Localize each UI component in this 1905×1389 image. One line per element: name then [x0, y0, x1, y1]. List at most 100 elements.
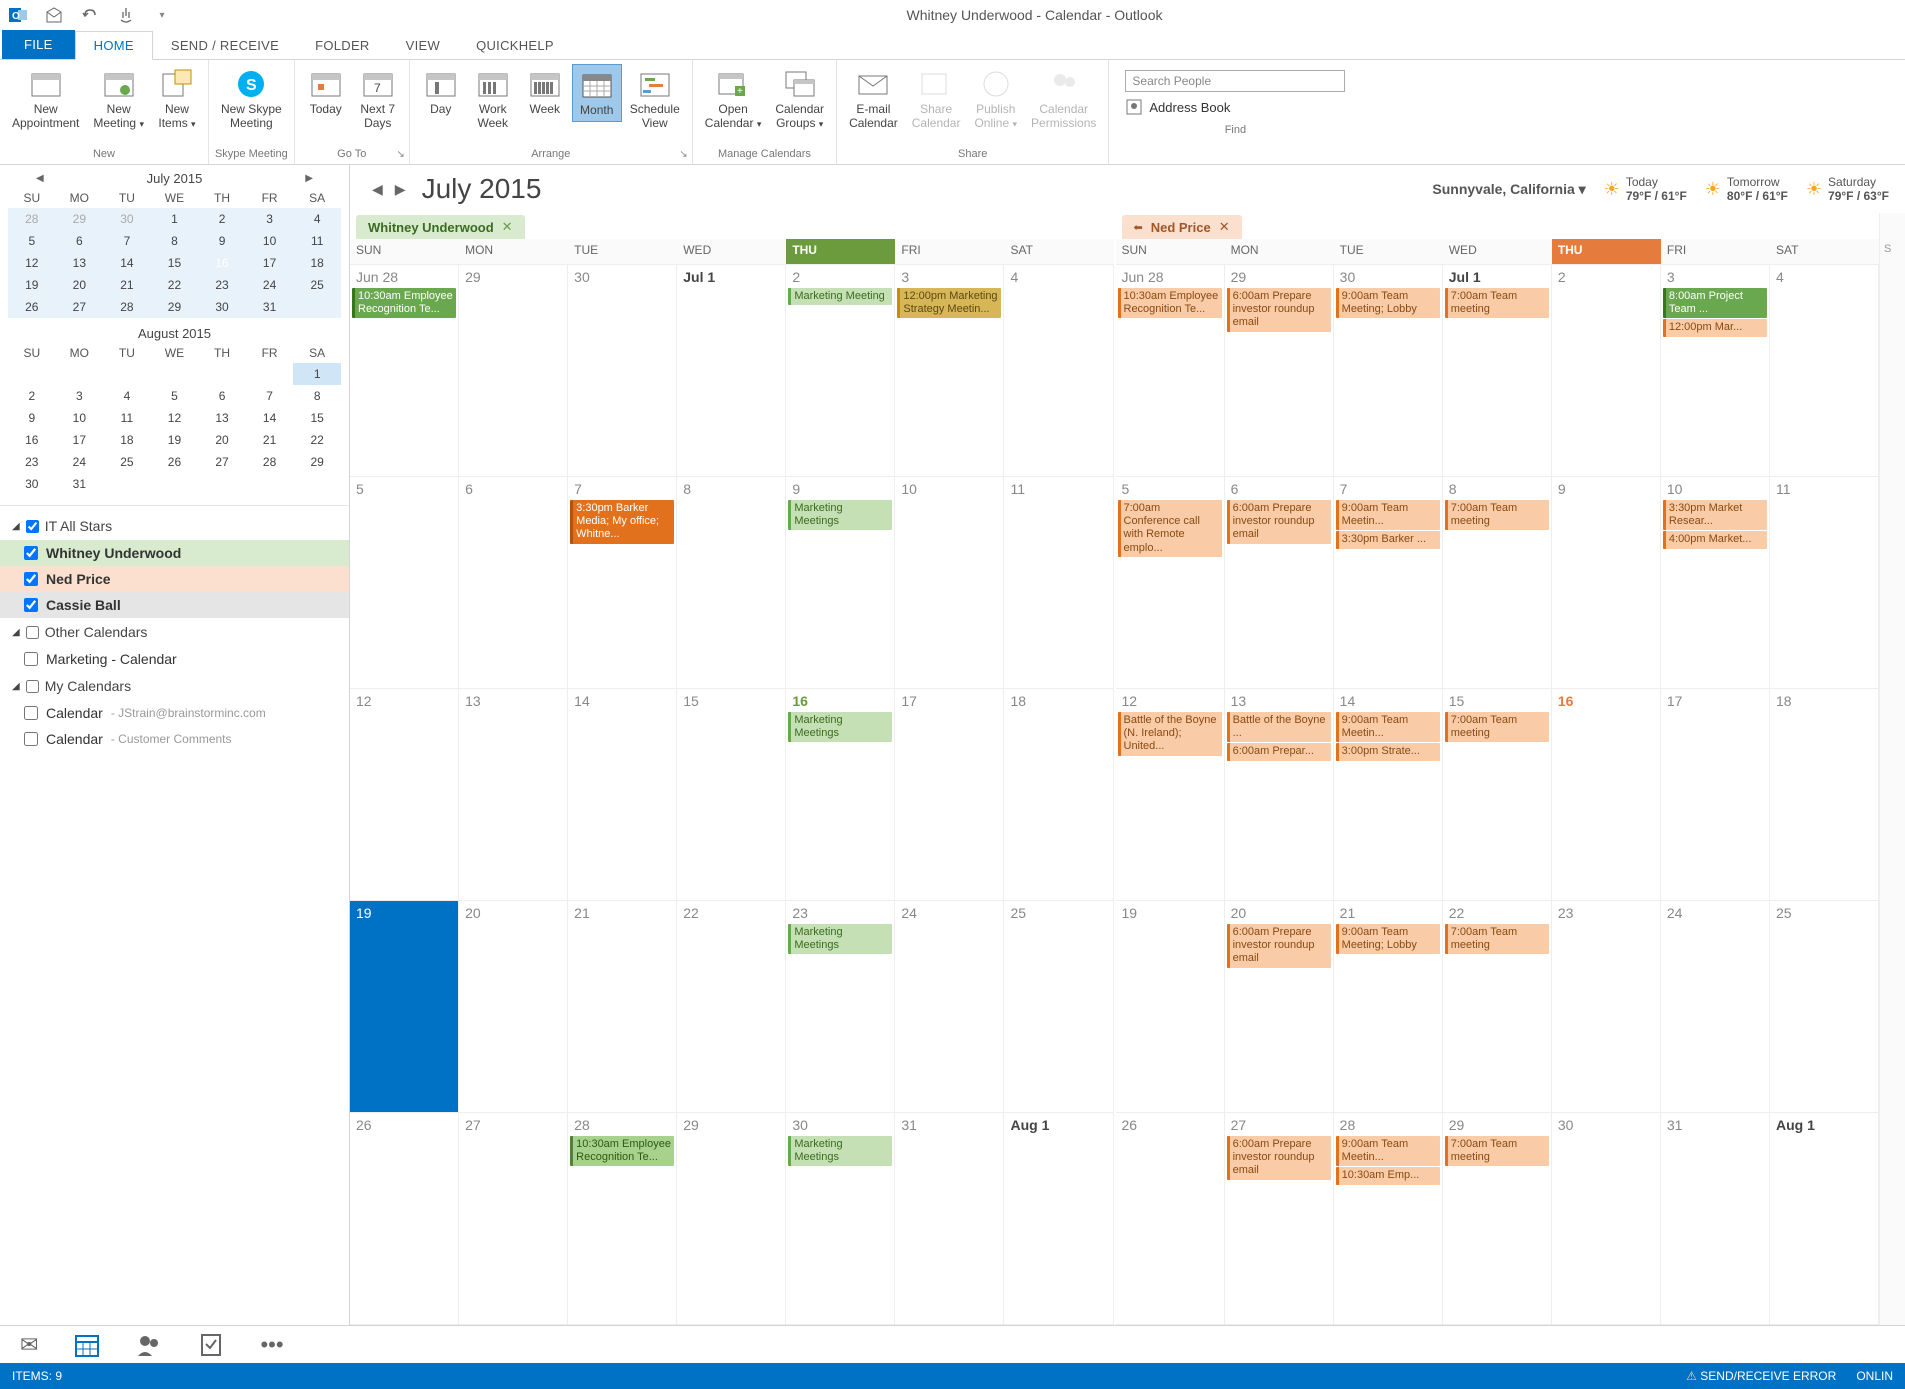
day-cell[interactable]: 19: [350, 901, 459, 1113]
tab-view[interactable]: VIEW: [388, 32, 458, 59]
mail-nav-icon[interactable]: ✉: [20, 1332, 38, 1358]
day-cell[interactable]: 13: [459, 689, 568, 901]
minical-day[interactable]: 12: [151, 407, 199, 429]
minical-next-icon[interactable]: ▶: [305, 173, 313, 184]
weather-saturday[interactable]: ☀Saturday79°F / 63°F: [1806, 175, 1889, 204]
calendar-event[interactable]: 10:30am Emp...: [1336, 1167, 1440, 1184]
minical-day[interactable]: 20: [198, 429, 246, 451]
calendar-checkbox[interactable]: [24, 546, 38, 560]
calendar-event[interactable]: 6:00am Prepare investor roundup email: [1227, 500, 1331, 544]
calendar-event[interactable]: 9:00am Team Meetin...: [1336, 1136, 1440, 1166]
new-items-button[interactable]: NewItems ▾: [152, 64, 202, 135]
minical-day[interactable]: [8, 363, 56, 385]
minical-day[interactable]: 26: [8, 296, 56, 318]
day-cell[interactable]: 12: [350, 689, 459, 901]
calendar-event[interactable]: 7:00am Team meeting: [1445, 288, 1549, 318]
day-cell[interactable]: 23: [1552, 901, 1661, 1113]
tab-folder[interactable]: FOLDER: [297, 32, 388, 59]
minical-day[interactable]: 6: [198, 385, 246, 407]
day-cell[interactable]: 16: [1552, 689, 1661, 901]
minical-day[interactable]: 17: [246, 252, 294, 274]
minical-day[interactable]: [198, 363, 246, 385]
day-cell[interactable]: 2: [1552, 265, 1661, 477]
day-cell[interactable]: 19: [1116, 901, 1225, 1113]
minical-day[interactable]: 10: [56, 407, 104, 429]
column-tab-whitney[interactable]: Whitney Underwood✕: [356, 215, 525, 239]
minical-day[interactable]: [56, 363, 104, 385]
search-people-input[interactable]: [1125, 70, 1345, 92]
day-cell[interactable]: 25: [1770, 901, 1879, 1113]
day-cell[interactable]: 15: [677, 689, 786, 901]
day-cell[interactable]: 29: [677, 1113, 786, 1325]
close-tab-icon[interactable]: ✕: [502, 219, 513, 235]
day-cell[interactable]: 289:00am Team Meetin...10:30am Emp...: [1334, 1113, 1443, 1325]
minical-day[interactable]: 3: [56, 385, 104, 407]
day-cell[interactable]: 18: [1004, 689, 1113, 901]
minical-day[interactable]: 14: [103, 252, 151, 274]
next-7-days-button[interactable]: 7Next 7Days: [353, 64, 403, 135]
day-cell[interactable]: 21: [568, 901, 677, 1113]
day-cell[interactable]: 149:00am Team Meetin...3:00pm Strate...: [1334, 689, 1443, 901]
calendar-event[interactable]: 6:00am Prepare investor roundup email: [1227, 288, 1331, 332]
calendar-event[interactable]: 4:00pm Market...: [1663, 531, 1767, 548]
day-cell[interactable]: 27: [459, 1113, 568, 1325]
day-cell[interactable]: 227:00am Team meeting: [1443, 901, 1552, 1113]
calendar-item-jstrain[interactable]: Calendar - JStrain@brainstorminc.com: [0, 700, 349, 726]
calendar-checkbox[interactable]: [24, 652, 38, 666]
calendar-event[interactable]: Battle of the Boyne ...: [1227, 712, 1331, 742]
day-cell[interactable]: Aug 1: [1004, 1113, 1113, 1325]
minical-day[interactable]: 30: [103, 208, 151, 230]
calendar-event[interactable]: Marketing Meetings: [788, 1136, 892, 1166]
minical-day[interactable]: 15: [293, 407, 341, 429]
day-cell[interactable]: 17: [895, 689, 1004, 901]
calendar-group-it-all-stars[interactable]: ◢IT All Stars: [0, 512, 349, 540]
touch-mode-icon[interactable]: [116, 5, 136, 25]
calendar-event[interactable]: Battle of the Boyne (N. Ireland); United…: [1118, 712, 1222, 756]
prev-month-icon[interactable]: ◀: [366, 181, 389, 198]
day-cell[interactable]: 25: [1004, 901, 1113, 1113]
calendar-item-customer[interactable]: Calendar - Customer Comments: [0, 726, 349, 752]
minical-day[interactable]: 20: [56, 274, 104, 296]
minical-day[interactable]: 19: [151, 429, 199, 451]
minical-day[interactable]: 23: [8, 451, 56, 473]
calendar-event[interactable]: Marketing Meetings: [788, 924, 892, 954]
column-tab-ned[interactable]: ⬅Ned Price✕: [1122, 215, 1242, 239]
calendar-group-other[interactable]: ◢Other Calendars: [0, 618, 349, 646]
calendar-event[interactable]: 10:30am Employee Recognition Te...: [1118, 288, 1222, 318]
minical-day[interactable]: 8: [293, 385, 341, 407]
status-send-receive-error[interactable]: ⚠ SEND/RECEIVE ERROR: [1686, 1369, 1836, 1383]
minical-day[interactable]: 21: [103, 274, 151, 296]
minical-day[interactable]: 15: [151, 252, 199, 274]
minical-day[interactable]: 19: [8, 274, 56, 296]
minical-day[interactable]: 5: [8, 230, 56, 252]
day-cell[interactable]: 9Marketing Meetings: [786, 477, 895, 689]
day-cell[interactable]: 30: [568, 265, 677, 477]
calendar-event[interactable]: 8:00am Project Team ...: [1663, 288, 1767, 318]
day-cell[interactable]: 10: [895, 477, 1004, 689]
minical-day[interactable]: [198, 473, 246, 495]
minical-day[interactable]: 30: [198, 296, 246, 318]
minical-day[interactable]: 5: [151, 385, 199, 407]
undo-icon[interactable]: [80, 5, 100, 25]
day-cell[interactable]: 2Marketing Meeting: [786, 265, 895, 477]
minical-day[interactable]: [103, 363, 151, 385]
minical-day[interactable]: 18: [293, 252, 341, 274]
minical-day[interactable]: 3: [246, 208, 294, 230]
day-view-button[interactable]: Day: [416, 64, 466, 120]
open-calendar-button[interactable]: +OpenCalendar ▾: [699, 64, 768, 135]
mini-calendar-august[interactable]: August 2015 SUMOTUWETHFRSA12345678910111…: [8, 324, 341, 495]
calendar-event[interactable]: 3:30pm Market Resear...: [1663, 500, 1767, 530]
calendar-checkbox[interactable]: [24, 572, 38, 586]
minical-day[interactable]: [293, 473, 341, 495]
day-cell[interactable]: Jul 1: [677, 265, 786, 477]
day-cell[interactable]: Jun 2810:30am Employee Recognition Te...: [350, 265, 459, 477]
tab-home[interactable]: HOME: [75, 31, 153, 60]
calendar-event[interactable]: 7:00am Team meeting: [1445, 500, 1549, 530]
calendar-event[interactable]: 6:00am Prepar...: [1227, 743, 1331, 760]
week-view-button[interactable]: Week: [520, 64, 570, 120]
minical-day[interactable]: 24: [56, 451, 104, 473]
work-week-button[interactable]: WorkWeek: [468, 64, 518, 135]
new-appointment-button[interactable]: NewAppointment: [6, 64, 85, 135]
day-cell[interactable]: 11: [1004, 477, 1113, 689]
minical-day[interactable]: 28: [103, 296, 151, 318]
